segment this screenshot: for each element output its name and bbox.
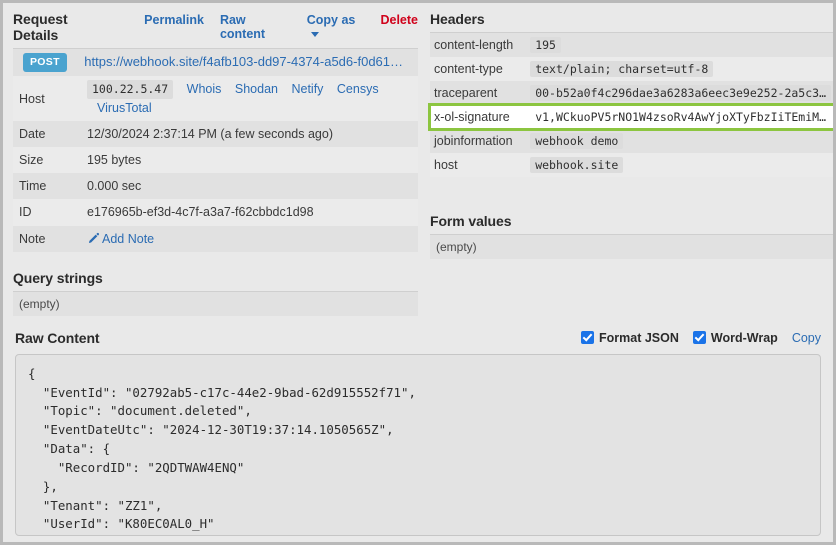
add-note-button[interactable]: Add Note bbox=[87, 232, 154, 246]
header-key-traceparent: traceparent bbox=[430, 81, 529, 105]
request-details-table: POST https://webhook.site/f4afb103-dd97-… bbox=[13, 48, 418, 252]
table-row-host: Host 100.22.5.47 Whois Shodan Netify Cen… bbox=[13, 76, 418, 122]
header-row-x-ol-signature: x-ol-signature v1,WCkuoPV5rNO1W4zsoRv4Aw… bbox=[428, 103, 833, 131]
row-label-host: Host bbox=[13, 76, 85, 122]
header-key-jobinformation: jobinformation bbox=[430, 129, 529, 153]
header-row-content-length: content-length 195 bbox=[430, 32, 833, 57]
top-columns: Request Details Permalink Raw content Co… bbox=[3, 3, 833, 316]
request-details-header: Request Details Permalink Raw content Co… bbox=[13, 11, 418, 48]
query-strings-title: Query strings bbox=[13, 269, 103, 286]
table-row-size: Size 195 bytes bbox=[13, 147, 418, 174]
host-lookup-links: Whois Shodan Netify Censys bbox=[177, 82, 379, 96]
chevron-down-icon bbox=[310, 32, 319, 38]
headers-table: content-length 195 content-type text/pla… bbox=[428, 32, 833, 177]
row-value-size: 195 bytes bbox=[85, 147, 418, 174]
censys-link[interactable]: Censys bbox=[337, 82, 379, 96]
copy-as-label: Copy as bbox=[306, 13, 356, 27]
delete-link[interactable]: Delete bbox=[380, 13, 418, 27]
header-value-cell-content-type: text/plain; charset=utf-8 bbox=[528, 57, 833, 81]
format-json-toggle[interactable]: Format JSON bbox=[581, 331, 679, 345]
spacer-right bbox=[430, 177, 833, 213]
header-value-traceparent: 00-b52a0f4c296dae3a6283a6eec3e9e252-2a5c… bbox=[530, 85, 831, 101]
row-value-date: 12/30/2024 2:37:14 PM (a few seconds ago… bbox=[85, 121, 418, 148]
form-values-title: Form values bbox=[430, 213, 512, 229]
row-value-time: 0.000 sec bbox=[85, 173, 418, 200]
spacer-left bbox=[13, 252, 418, 270]
add-note-label: Add Note bbox=[102, 231, 155, 246]
header-row-host: host webhook.site bbox=[430, 153, 833, 177]
row-value-note: Add Note bbox=[85, 225, 418, 252]
header-value-cell-x-ol-signature: v1,WCkuoPV5rNO1W4zsoRv4AwYjoXTyFbzIiTEmi… bbox=[528, 105, 833, 129]
header-value-host: webhook.site bbox=[530, 157, 624, 173]
query-strings-empty: (empty) bbox=[13, 290, 418, 316]
word-wrap-label: Word-Wrap bbox=[710, 330, 778, 345]
format-json-label: Format JSON bbox=[599, 330, 679, 345]
header-value-cell-host: webhook.site bbox=[528, 153, 833, 177]
virustotal-link[interactable]: VirusTotal bbox=[97, 101, 152, 115]
headers-title: Headers bbox=[430, 11, 485, 27]
host-ip-value: 100.22.5.47 bbox=[87, 80, 174, 99]
header-row-content-type: content-type text/plain; charset=utf-8 bbox=[430, 57, 833, 81]
header-value-cell-jobinformation: webhook demo bbox=[528, 129, 833, 153]
header-row-jobinformation: jobinformation webhook demo bbox=[430, 129, 833, 153]
table-row-time: Time 0.000 sec bbox=[13, 173, 418, 200]
format-json-checkbox[interactable] bbox=[581, 331, 595, 345]
table-row-date: Date 12/30/2024 2:37:14 PM (a few second… bbox=[13, 121, 418, 148]
row-label-id: ID bbox=[13, 199, 85, 226]
row-label-time: Time bbox=[13, 173, 85, 200]
raw-content-box[interactable]: { "EventId": "02792ab5-c17c-44e2-9bad-62… bbox=[15, 353, 821, 536]
right-column: Headers content-length 195 content-type … bbox=[428, 11, 833, 316]
raw-content-header: Raw Content Format JSON Word-Wrap Copy bbox=[15, 330, 821, 354]
header-value-cell-content-length: 195 bbox=[528, 32, 833, 57]
form-values-header: Form values bbox=[430, 213, 833, 234]
method-badge: POST bbox=[23, 53, 67, 73]
raw-content-link[interactable]: Raw content bbox=[220, 13, 291, 41]
raw-content-options: Format JSON Word-Wrap Copy bbox=[581, 331, 821, 345]
header-value-x-ol-signature: v1,WCkuoPV5rNO1W4zsoRv4AwYjoXTyFbzIiTEmi… bbox=[530, 109, 831, 125]
page-title: Request Details bbox=[13, 11, 68, 43]
copy-as-dropdown[interactable]: Copy as bbox=[307, 13, 365, 41]
header-value-cell-traceparent: 00-b52a0f4c296dae3a6283a6eec3e9e252-2a5c… bbox=[528, 81, 833, 105]
headers-header: Headers bbox=[430, 11, 833, 32]
request-details-actions: Permalink Raw content Copy as Delete bbox=[144, 13, 418, 41]
row-value-host: 100.22.5.47 Whois Shodan Netify Censys V… bbox=[85, 76, 418, 122]
request-inspector-page: Request Details Permalink Raw content Co… bbox=[0, 0, 836, 545]
copy-raw-content-link[interactable]: Copy bbox=[792, 331, 821, 345]
shodan-link[interactable]: Shodan bbox=[235, 82, 278, 96]
form-values-empty: (empty) bbox=[430, 234, 833, 259]
header-value-content-type: text/plain; charset=utf-8 bbox=[530, 61, 714, 77]
row-label-note: Note bbox=[13, 225, 85, 252]
raw-content-body: { "EventId": "02792ab5-c17c-44e2-9bad-62… bbox=[28, 365, 416, 532]
table-row-note: Note Add Note bbox=[13, 225, 418, 252]
header-key-host: host bbox=[430, 153, 529, 177]
pencil-icon bbox=[88, 232, 100, 243]
raw-content-section: Raw Content Format JSON Word-Wrap Copy {… bbox=[3, 316, 833, 536]
table-row-url: POST https://webhook.site/f4afb103-dd97-… bbox=[13, 48, 418, 77]
header-row-traceparent: traceparent 00-b52a0f4c296dae3a6283a6eec… bbox=[430, 81, 833, 105]
permalink-link[interactable]: Permalink bbox=[144, 13, 204, 27]
left-column: Request Details Permalink Raw content Co… bbox=[13, 11, 418, 316]
word-wrap-toggle[interactable]: Word-Wrap bbox=[692, 330, 778, 345]
row-label-size: Size bbox=[13, 147, 85, 174]
header-key-content-length: content-length bbox=[430, 32, 529, 57]
header-value-content-length: 195 bbox=[530, 37, 561, 53]
request-url-link[interactable]: https://webhook.site/f4afb103-dd97-4374-… bbox=[84, 53, 403, 72]
header-key-content-type: content-type bbox=[430, 57, 529, 81]
word-wrap-checkbox[interactable] bbox=[692, 331, 706, 345]
query-strings-header: Query strings bbox=[13, 270, 418, 291]
header-key-x-ol-signature: x-ol-signature bbox=[430, 105, 529, 129]
table-row-id: ID e176965b-ef3d-4c7f-a3a7-f62cbbdc1d98 bbox=[13, 199, 418, 226]
url-cell: POST https://webhook.site/f4afb103-dd97-… bbox=[13, 48, 418, 77]
row-label-date: Date bbox=[13, 121, 85, 148]
whois-link[interactable]: Whois bbox=[187, 82, 222, 96]
raw-content-title: Raw Content bbox=[15, 329, 100, 346]
netify-link[interactable]: Netify bbox=[291, 82, 323, 96]
row-value-id: e176965b-ef3d-4c7f-a3a7-f62cbbdc1d98 bbox=[85, 199, 418, 226]
header-value-jobinformation: webhook demo bbox=[530, 133, 624, 149]
